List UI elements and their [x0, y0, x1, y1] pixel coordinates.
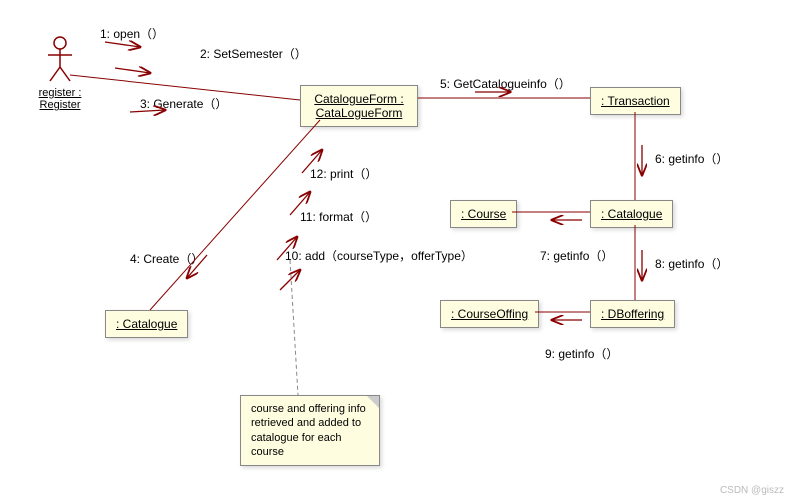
actor-label: register : Register [30, 87, 90, 111]
object-catalogue-1: : Catalogue [590, 200, 673, 228]
msg-2: 2: SetSemester（） [200, 45, 307, 62]
actor-register: register : Register [30, 35, 90, 111]
msg-1: 1: open（） [100, 25, 164, 42]
actor-name: register : [39, 87, 82, 99]
msg-12: 12: print（） [310, 165, 377, 182]
msg-4: 4: Create（） [130, 250, 203, 267]
object-course: : Course [450, 200, 517, 228]
actor-class: Register [40, 99, 81, 111]
msg-6: 6: getinfo（） [655, 150, 728, 167]
msg-11: 11: format（） [300, 208, 377, 225]
msg-5: 5: GetCatalogueinfo（） [440, 75, 571, 92]
actor-icon [42, 35, 78, 85]
watermark: CSDN @giszz [720, 485, 784, 496]
msg-9: 9: getinfo（） [545, 345, 618, 362]
msg-7: 7: getinfo（） [540, 247, 613, 264]
object-transaction: : Transaction [590, 87, 681, 115]
object-catalogue-form: CatalogueForm : CataLogueForm [300, 85, 418, 127]
note-box: course and offering info retrieved and a… [240, 395, 380, 466]
object-course-offing: : CourseOffing [440, 300, 539, 328]
object-catalogue-2: : Catalogue [105, 310, 188, 338]
msg-3: 3: Generate（） [140, 95, 227, 112]
msg-8: 8: getinfo（） [655, 255, 728, 272]
msg-10: 10: add（courseType，offerType） [285, 247, 473, 264]
object-dboffering: : DBoffering [590, 300, 675, 328]
